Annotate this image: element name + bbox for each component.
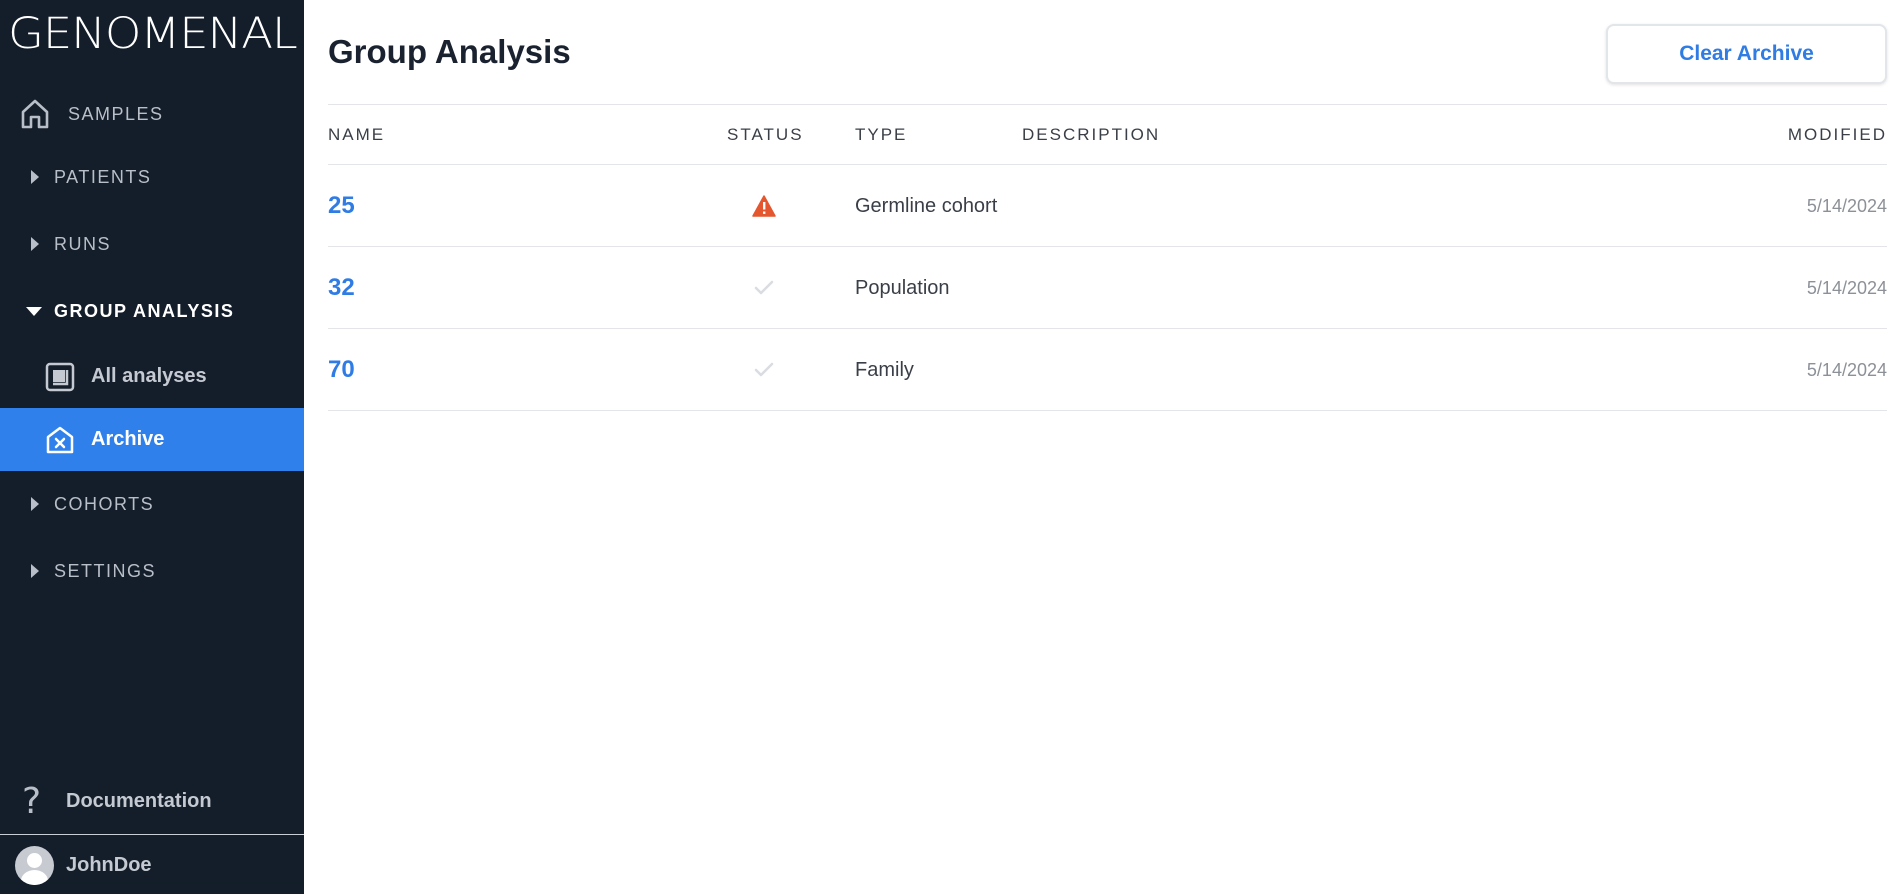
- archive-x-icon: [46, 426, 74, 453]
- nav-patients[interactable]: PATIENTS: [0, 160, 304, 194]
- clear-archive-button[interactable]: Clear Archive: [1606, 24, 1887, 84]
- sidebar: GENOMENAL SAMPLES PATIENTS RUNS GROUP AN…: [0, 0, 304, 894]
- nav-group-analysis-label: GROUP ANALYSIS: [54, 300, 235, 321]
- avatar-head: [27, 852, 42, 868]
- check-icon: [750, 247, 778, 329]
- username: JohnDoe: [66, 853, 152, 876]
- documentation-link[interactable]: ? Documentation: [0, 780, 304, 822]
- avatar-body: [21, 869, 48, 885]
- sidebar-item-archive[interactable]: Archive: [0, 408, 304, 471]
- analysis-name-link[interactable]: 70: [328, 329, 355, 411]
- column-header-modified[interactable]: MODIFIED: [1788, 125, 1887, 145]
- main-content: Group Analysis Clear Archive NAME STATUS…: [304, 0, 1895, 894]
- nav-group-analysis[interactable]: GROUP ANALYSIS: [0, 294, 304, 328]
- question-icon: ?: [22, 780, 42, 822]
- analysis-name-link[interactable]: 32: [328, 247, 355, 329]
- avatar: [15, 845, 54, 885]
- column-header-description[interactable]: DESCRIPTION: [1022, 125, 1160, 145]
- nav-settings[interactable]: SETTINGS: [0, 554, 304, 588]
- table-header: NAME STATUS TYPE DESCRIPTION MODIFIED: [328, 105, 1887, 164]
- chevron-right-icon: [31, 564, 39, 578]
- nav-samples-label: SAMPLES: [68, 103, 164, 124]
- nav-runs-label: RUNS: [54, 233, 112, 254]
- table-row[interactable]: 32 Population 5/14/2024: [328, 247, 1887, 329]
- documentation-label: Documentation: [66, 789, 212, 812]
- analysis-type: Population: [855, 276, 950, 299]
- nav-runs[interactable]: RUNS: [0, 227, 304, 261]
- analysis-type: Germline cohort: [855, 194, 998, 217]
- chevron-down-icon: [26, 306, 42, 316]
- nav-patients-label: PATIENTS: [54, 166, 152, 187]
- divider: [0, 834, 304, 835]
- chevron-right-icon: [31, 237, 39, 251]
- layers-icon: [45, 362, 75, 391]
- analysis-type: Family: [855, 358, 914, 381]
- app-root: GENOMENAL SAMPLES PATIENTS RUNS GROUP AN…: [0, 0, 1895, 894]
- analysis-modified: 5/14/2024: [1806, 195, 1887, 216]
- nav-cohorts[interactable]: COHORTS: [0, 487, 304, 521]
- nav-cohorts-label: COHORTS: [54, 493, 155, 514]
- sidebar-item-label: Archive: [91, 428, 165, 450]
- warning-icon: [750, 165, 778, 247]
- check-icon: [750, 329, 778, 411]
- analysis-name-link[interactable]: 25: [328, 165, 355, 247]
- table-row[interactable]: 70 Family 5/14/2024: [328, 329, 1887, 411]
- column-header-type[interactable]: TYPE: [855, 125, 907, 145]
- page-title: Group Analysis: [328, 33, 571, 70]
- column-header-status[interactable]: STATUS: [727, 125, 804, 145]
- chevron-right-icon: [31, 170, 39, 184]
- home-icon: [21, 99, 49, 129]
- user-menu[interactable]: JohnDoe: [0, 842, 304, 888]
- analysis-modified: 5/14/2024: [1806, 359, 1887, 380]
- logo-text: GENOMENAL: [8, 9, 298, 59]
- sidebar-item-all-analyses[interactable]: All analyses: [0, 345, 304, 408]
- column-header-name[interactable]: NAME: [328, 125, 385, 145]
- analysis-table: NAME STATUS TYPE DESCRIPTION MODIFIED 25…: [328, 104, 1887, 411]
- table-row[interactable]: 25 Germline cohort 5/14/2024: [328, 165, 1887, 247]
- sidebar-item-label: All analyses: [91, 365, 207, 387]
- logo[interactable]: GENOMENAL: [8, 6, 298, 62]
- chevron-right-icon: [31, 497, 39, 511]
- nav-samples[interactable]: SAMPLES: [0, 92, 304, 136]
- analysis-modified: 5/14/2024: [1806, 277, 1887, 298]
- nav-settings-label: SETTINGS: [54, 560, 157, 581]
